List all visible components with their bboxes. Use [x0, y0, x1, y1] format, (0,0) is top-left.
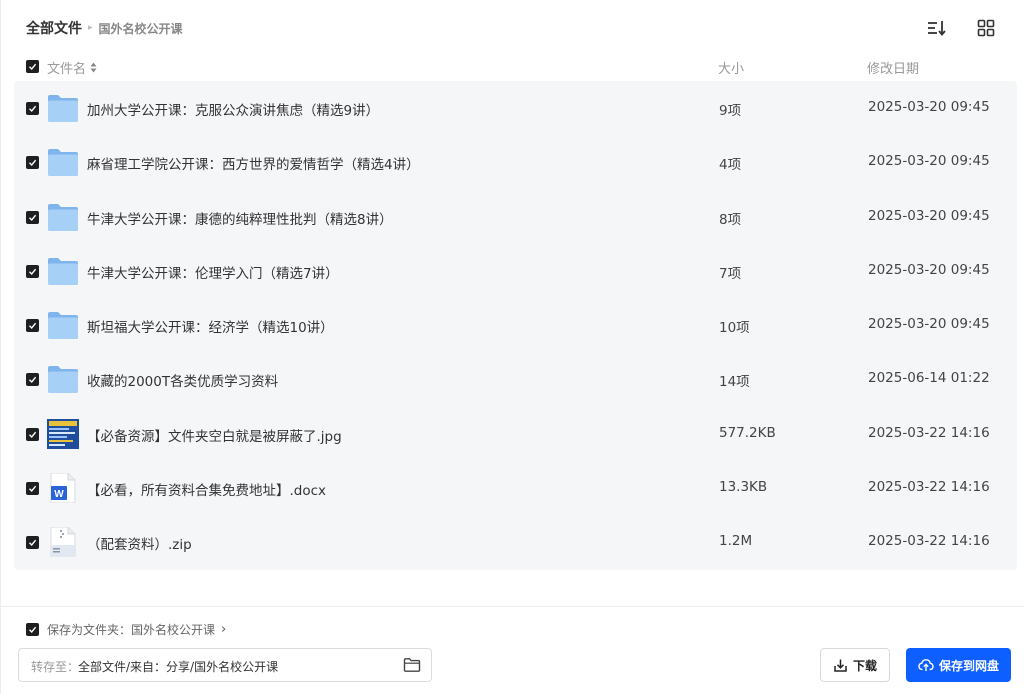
- row-checkbox[interactable]: [26, 210, 39, 224]
- row-checkbox[interactable]: [26, 156, 39, 170]
- file-name[interactable]: 牛津大学公开课：伦理学入门（精选7讲）: [87, 262, 339, 282]
- svg-text:W: W: [54, 489, 64, 500]
- file-size: 577.2KB: [719, 424, 776, 441]
- file-row[interactable]: 麻省理工学院公开课：西方世界的爱情哲学（精选4讲） 4项 2025-03-20 09…: [14, 135, 1017, 189]
- path-label: 转存至：: [31, 660, 80, 674]
- image-file-icon: [47, 418, 79, 449]
- file-size: 7项: [719, 265, 742, 282]
- file-row[interactable]: 斯坦福大学公开课：经济学（精选10讲） 10项 2025-03-20 09:45: [14, 298, 1017, 352]
- file-name[interactable]: 【必看，所有资料合集免费地址】.docx: [87, 479, 326, 499]
- file-name[interactable]: 牛津大学公开课：康德的纯粹理性批判（精选8讲）: [87, 208, 393, 228]
- folder-icon: [47, 202, 79, 232]
- path-value: 全部文件/来自：分享/国外名校公开课: [78, 660, 279, 674]
- file-date: 2025-06-14 01:22: [868, 370, 990, 387]
- word-document-icon: W: [47, 472, 79, 504]
- row-checkbox[interactable]: [26, 319, 39, 333]
- zip-archive-icon: [47, 526, 79, 558]
- file-size: 13.3KB: [719, 479, 768, 496]
- file-size: 10项: [719, 320, 750, 337]
- save-as-folder-label: 保存为文件夹：国外名校公开课: [47, 623, 216, 637]
- file-size: 9项: [719, 103, 742, 119]
- save-as-folder-option[interactable]: 保存为文件夹：国外名校公开课 ›: [26, 621, 226, 638]
- file-date: 2025-03-20 09:45: [868, 261, 990, 278]
- column-name-header[interactable]: 文件名: [47, 58, 97, 77]
- file-row[interactable]: 收藏的2000T各类优质学习资料 14项 2025-06-14 01:22: [14, 352, 1017, 406]
- save-to-netdisk-label: 保存到网盘: [938, 658, 999, 673]
- file-date: 2025-03-22 14:16: [868, 424, 990, 441]
- folder-icon: [47, 93, 79, 123]
- file-row[interactable]: 加州大学公开课：克服公众演讲焦虑（精选9讲） 9项 2025-03-20 09:45: [14, 81, 1017, 135]
- file-date: 2025-03-20 09:45: [868, 207, 990, 224]
- row-checkbox[interactable]: [26, 264, 39, 278]
- file-name[interactable]: 【必备资源】文件夹空白就是被屏蔽了.jpg: [87, 425, 342, 445]
- save-as-folder-checkbox[interactable]: [26, 623, 39, 636]
- file-row[interactable]: W 【必看，所有资料合集免费地址】.docx 13.3KB 2025-03-22 14…: [14, 461, 1017, 515]
- folder-icon: [47, 364, 79, 394]
- breadcrumb: 全部文件 ▸ 国外名校公开课: [26, 18, 183, 38]
- download-label: 下载: [852, 658, 877, 673]
- column-header-row: 文件名 大小 修改日期: [14, 54, 1017, 80]
- folder-icon: [47, 147, 79, 177]
- column-date-header: 修改日期: [867, 62, 920, 77]
- sort-toggle-icon: [90, 62, 97, 73]
- breadcrumb-current: 国外名校公开课: [98, 21, 183, 36]
- file-date: 2025-03-22 14:16: [868, 479, 990, 496]
- file-size: 1.2M: [719, 533, 753, 550]
- row-checkbox[interactable]: [26, 373, 39, 387]
- footer-divider: [0, 606, 1024, 607]
- save-to-netdisk-button[interactable]: 保存到网盘: [906, 648, 1011, 682]
- folder-picker-icon[interactable]: [403, 657, 421, 677]
- top-bar: 全部文件 ▸ 国外名校公开课: [0, 0, 1024, 56]
- file-row[interactable]: 牛津大学公开课：伦理学入门（精选7讲） 7项 2025-03-20 09:45: [14, 244, 1017, 298]
- grid-view-icon[interactable]: [974, 16, 998, 40]
- file-size: 4项: [719, 157, 742, 174]
- row-checkbox[interactable]: [26, 536, 39, 550]
- file-row[interactable]: 牛津大学公开课：康德的纯粹理性批判（精选8讲） 8项 2025-03-20 09:4…: [14, 190, 1017, 244]
- folder-icon: [47, 256, 79, 286]
- row-checkbox[interactable]: [26, 427, 39, 441]
- file-size: 8项: [719, 211, 742, 228]
- file-list: 加州大学公开课：克服公众演讲焦虑（精选9讲） 9项 2025-03-20 09:45…: [14, 81, 1017, 570]
- row-checkbox[interactable]: [26, 102, 39, 115]
- file-date: 2025-03-22 14:16: [868, 533, 990, 550]
- column-size-header: 大小: [718, 62, 745, 77]
- file-row[interactable]: （配套资料）.zip 1.2M 2025-03-22 14:16: [14, 515, 1017, 569]
- download-button[interactable]: 下载: [820, 648, 890, 682]
- file-size: 14项: [719, 374, 750, 391]
- breadcrumb-separator-icon: ▸: [88, 23, 93, 33]
- select-all-checkbox[interactable]: [26, 60, 39, 73]
- cloud-upload-icon: [918, 659, 934, 671]
- left-edge-line: [0, 0, 1, 694]
- view-controls: [924, 16, 998, 40]
- folder-icon: [47, 310, 79, 340]
- row-checkbox[interactable]: [26, 482, 39, 496]
- file-name[interactable]: （配套资料）.zip: [87, 533, 192, 553]
- file-name[interactable]: 麻省理工学院公开课：西方世界的爱情哲学（精选4讲）: [87, 153, 420, 173]
- file-date: 2025-03-20 09:45: [868, 316, 990, 333]
- chevron-right-icon: ›: [221, 622, 227, 637]
- file-date: 2025-03-20 09:45: [868, 99, 990, 115]
- file-date: 2025-03-20 09:45: [868, 153, 990, 170]
- sort-icon[interactable]: [924, 16, 948, 40]
- file-name[interactable]: 斯坦福大学公开课：经济学（精选10讲）: [87, 316, 334, 336]
- file-name[interactable]: 加州大学公开课：克服公众演讲焦虑（精选9讲）: [87, 99, 379, 119]
- destination-path-field[interactable]: 转存至： 全部文件/来自：分享/国外名校公开课: [18, 648, 432, 682]
- file-name[interactable]: 收藏的2000T各类优质学习资料: [87, 370, 278, 390]
- download-icon: [834, 659, 847, 672]
- file-row[interactable]: 【必备资源】文件夹空白就是被屏蔽了.jpg 577.2KB 2025-03-22 1…: [14, 407, 1017, 461]
- column-name-label: 文件名: [47, 62, 87, 77]
- breadcrumb-root[interactable]: 全部文件: [26, 18, 82, 38]
